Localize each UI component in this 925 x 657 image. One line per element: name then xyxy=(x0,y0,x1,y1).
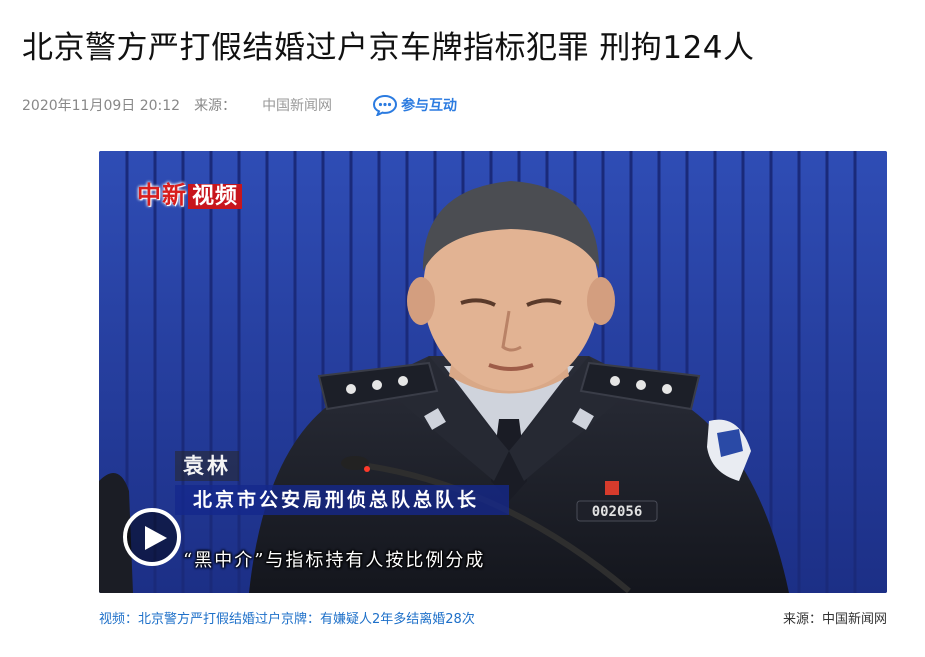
video-subtitle: “黑中介”与指标持有人按比例分成 xyxy=(183,550,486,571)
article-meta: 2020年11月09日 20:12 来源： 中国新闻网 参与互动 xyxy=(22,94,457,116)
chat-bubble-icon xyxy=(373,94,398,116)
play-button[interactable] xyxy=(123,508,181,566)
source-name: 中国新闻网 xyxy=(262,98,333,114)
channel-logo: 中新 视频 xyxy=(137,175,243,210)
video-frame: 002056 xyxy=(99,151,887,593)
source-label: 来源： xyxy=(194,98,237,114)
video-source: 来源：中国新闻网 xyxy=(782,612,887,627)
speaker-title: 北京市公安局刑侦总队总队长 xyxy=(175,485,509,515)
publish-datetime: 2020年11月09日 20:12 xyxy=(22,98,181,114)
video-player[interactable]: 002056 中新 视频 袁林 北京市公安局刑侦总队总队长 “黑中介”与指标持有人… xyxy=(99,151,887,593)
interact-link[interactable]: 参与互动 xyxy=(372,94,457,116)
video-caption-link[interactable]: 视频：北京警方严打假结婚过户京牌：有嫌疑人2年多结离婚28次 xyxy=(99,608,475,627)
play-icon xyxy=(145,526,167,550)
interact-label[interactable]: 参与互动 xyxy=(401,95,457,115)
badge-number: 002056 xyxy=(592,504,643,520)
speaker-name: 袁林 xyxy=(175,451,239,481)
article-title: 北京警方严打假结婚过户京车牌指标犯罪 刑拘124人 xyxy=(22,30,755,66)
